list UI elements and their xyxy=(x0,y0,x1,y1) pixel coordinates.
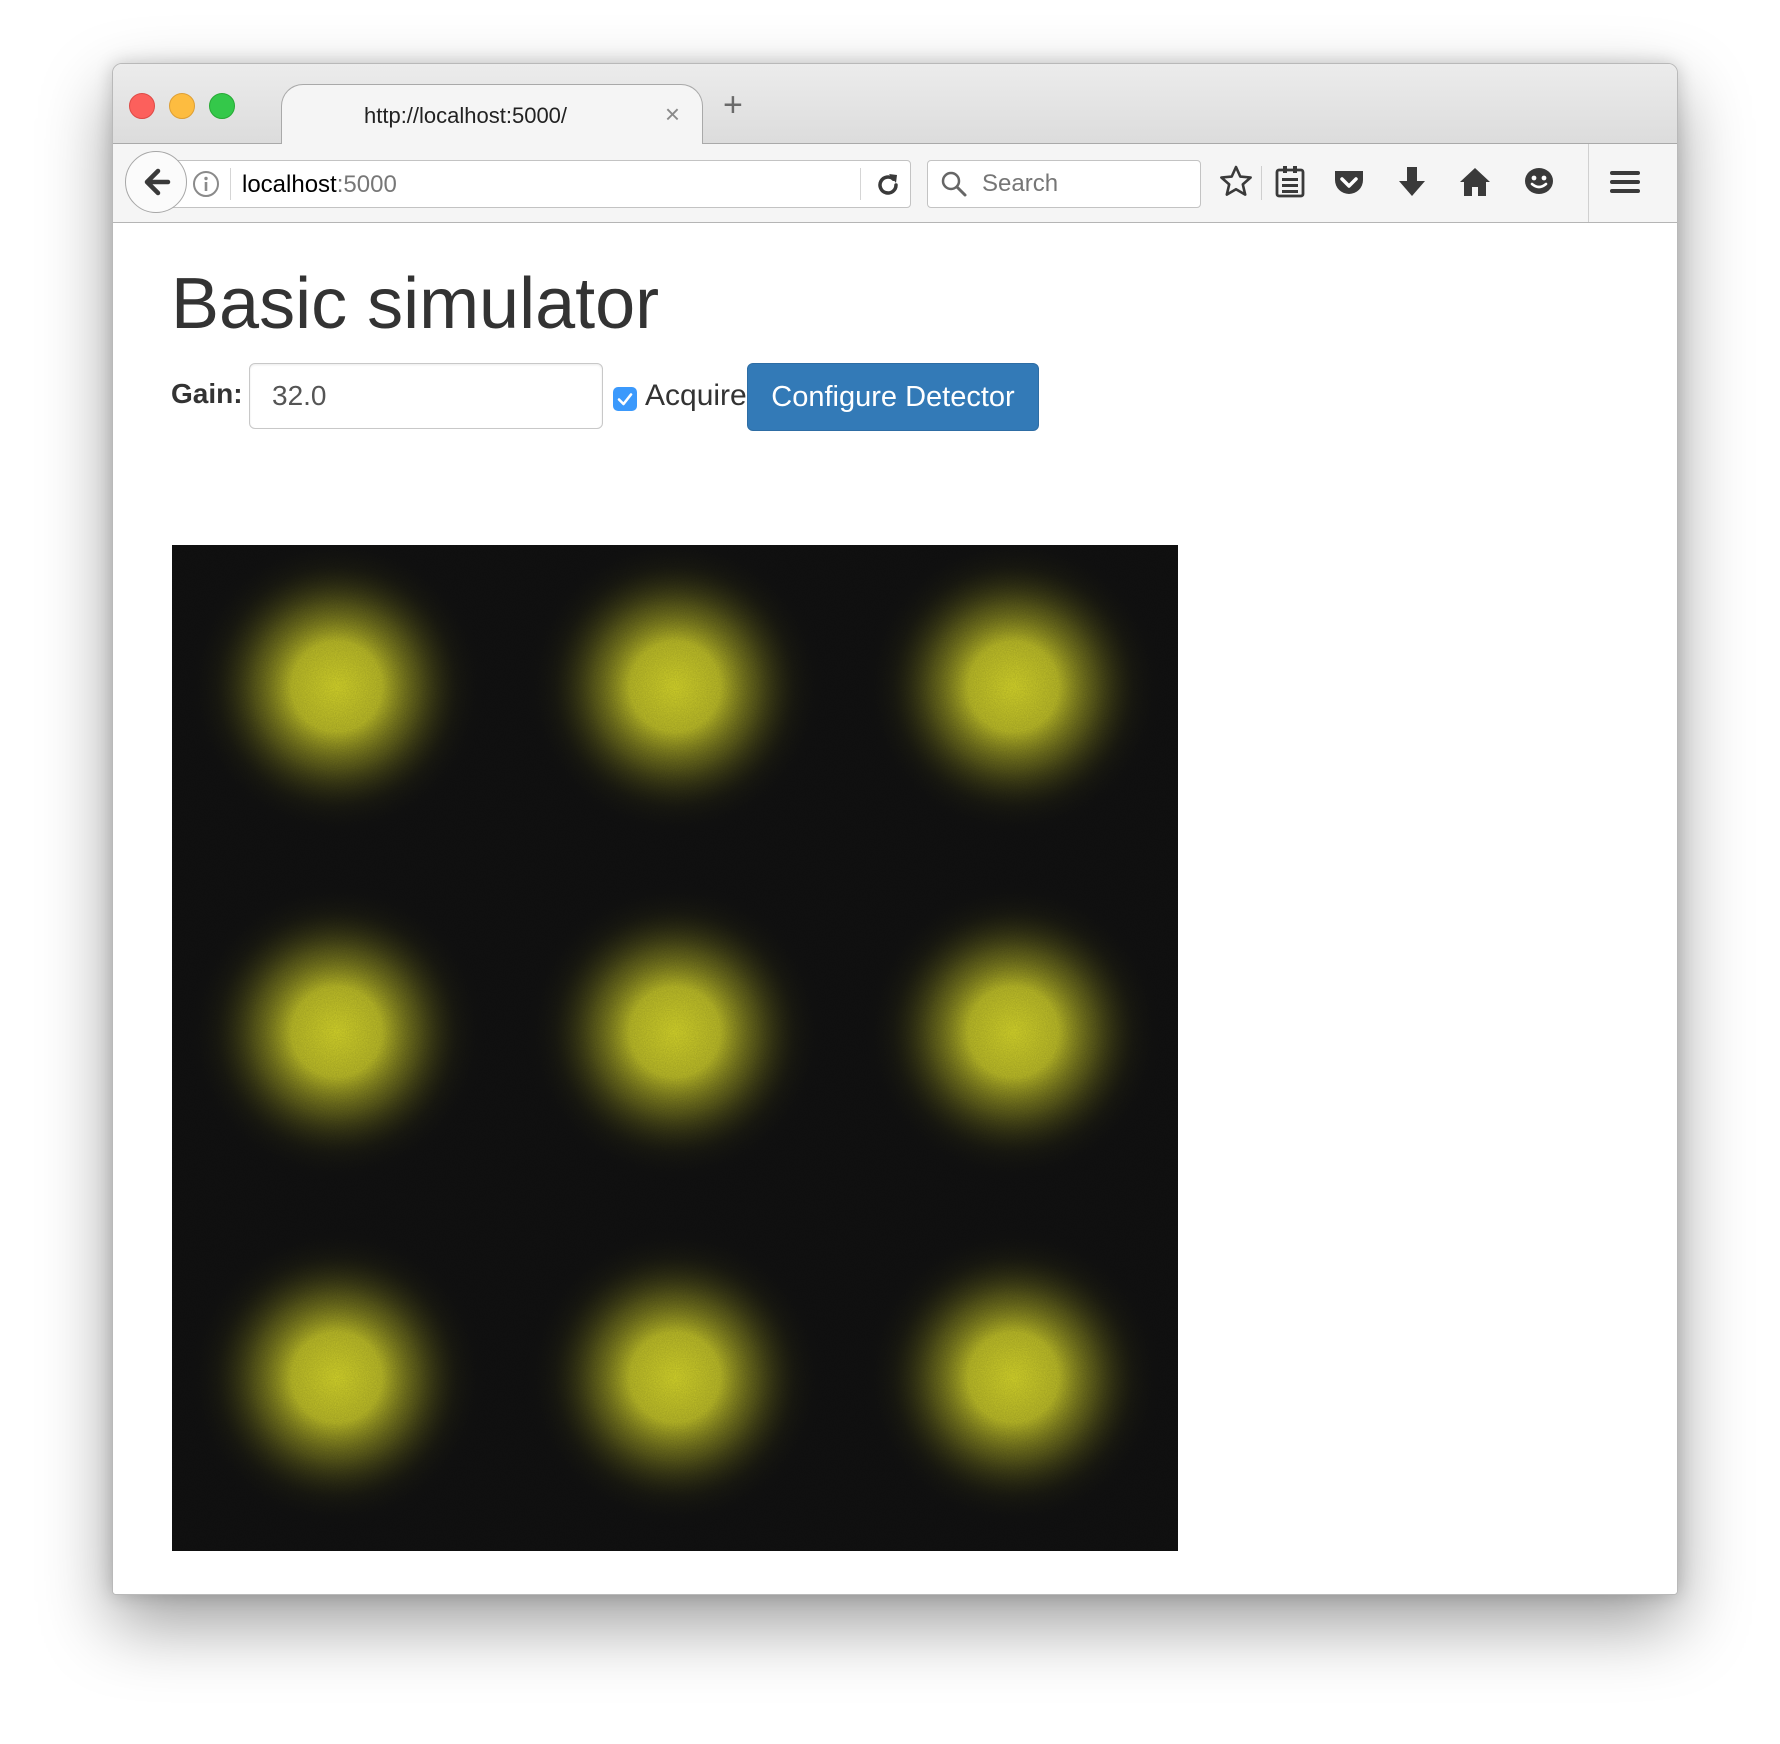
reload-icon[interactable] xyxy=(874,171,902,199)
noise-overlay xyxy=(172,545,1178,1551)
reload-separator xyxy=(860,168,861,200)
acquire-label[interactable]: Acquire xyxy=(645,379,747,413)
download-icon[interactable] xyxy=(1395,164,1429,200)
bookmarks-list-icon[interactable] xyxy=(1273,164,1307,200)
title-bar: http://localhost:5000/ × + xyxy=(113,64,1677,145)
url-host: localhost xyxy=(242,171,337,198)
search-icon xyxy=(941,171,967,197)
configure-detector-button[interactable]: Configure Detector xyxy=(747,363,1039,431)
site-info-icon[interactable] xyxy=(192,170,220,198)
url-port: :5000 xyxy=(336,171,397,198)
menu-separator xyxy=(1588,144,1589,222)
new-tab-button[interactable]: + xyxy=(723,86,743,125)
navigation-toolbar: localhost:5000 xyxy=(113,144,1677,223)
search-bar[interactable] xyxy=(927,160,1201,208)
bookmark-star-icon[interactable] xyxy=(1218,164,1254,200)
home-icon[interactable] xyxy=(1457,164,1493,200)
back-arrow-icon xyxy=(144,168,171,196)
tab-close-icon[interactable]: × xyxy=(665,99,680,130)
url-bar[interactable]: localhost:5000 xyxy=(173,160,911,208)
minimize-window-button[interactable] xyxy=(169,93,195,119)
tab-title: http://localhost:5000/ xyxy=(364,103,568,128)
url-separator xyxy=(230,168,231,200)
maximize-window-button[interactable] xyxy=(209,93,235,119)
acquire-checkbox[interactable] xyxy=(613,387,637,411)
hamburger-menu-icon[interactable] xyxy=(1607,164,1643,200)
search-input[interactable] xyxy=(980,166,1194,202)
page-title: Basic simulator xyxy=(171,264,660,344)
url-text[interactable]: localhost:5000 xyxy=(242,171,397,199)
page-content: Basic simulator Gain: Acquire Configure … xyxy=(113,223,1677,1594)
bookmark-separator xyxy=(1261,166,1262,200)
close-window-button[interactable] xyxy=(129,93,155,119)
gain-label: Gain: xyxy=(171,378,243,409)
smiley-feedback-icon[interactable] xyxy=(1521,164,1557,200)
browser-window: http://localhost:5000/ × + localhost:500… xyxy=(112,63,1678,1595)
checkmark-icon xyxy=(617,393,633,406)
detector-image xyxy=(172,545,1178,1551)
back-button[interactable] xyxy=(125,151,187,213)
pocket-icon[interactable] xyxy=(1331,164,1367,200)
browser-tab[interactable]: http://localhost:5000/ × xyxy=(281,84,703,145)
gain-input[interactable] xyxy=(249,363,603,429)
